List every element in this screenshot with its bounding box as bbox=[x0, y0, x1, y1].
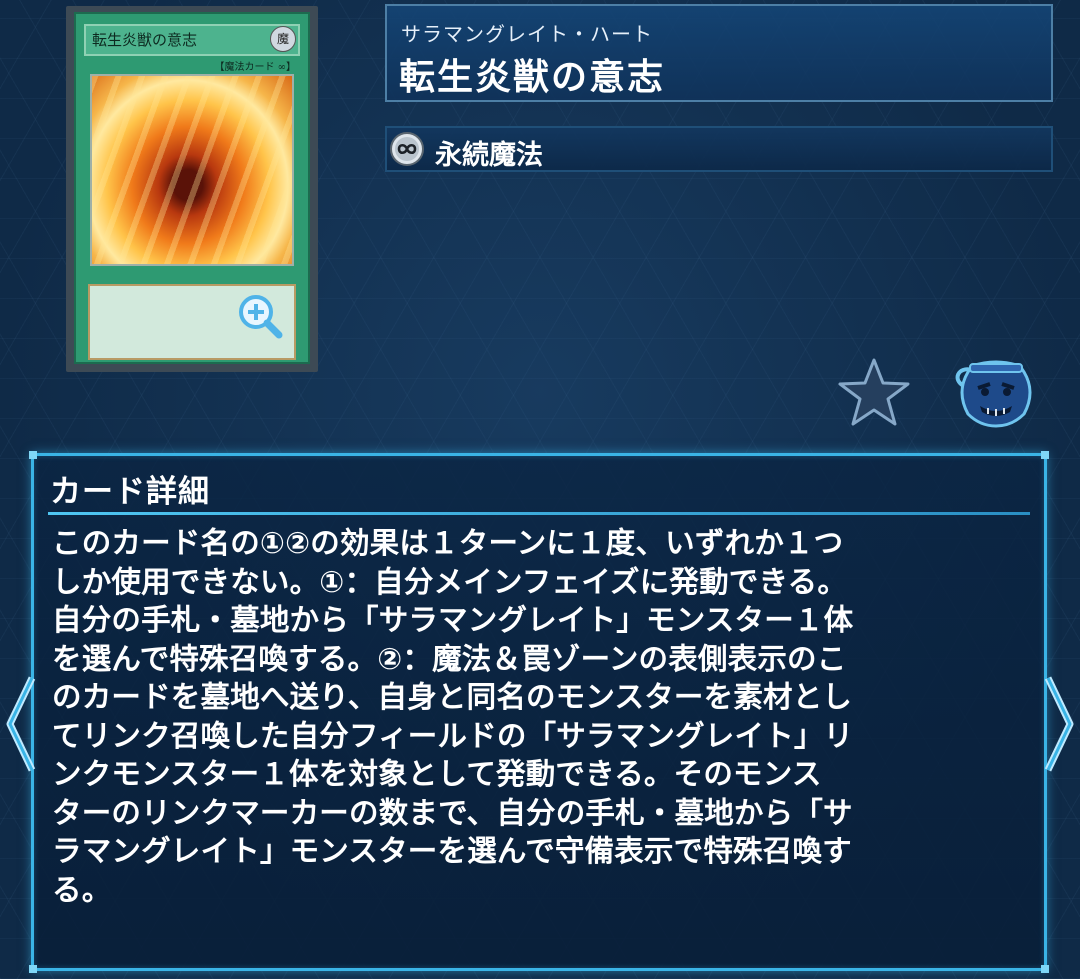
star-icon[interactable] bbox=[836, 356, 912, 428]
card-thumbnail[interactable]: 転生炎獣の意志 魔 【魔法カード ∞】 bbox=[66, 6, 318, 372]
chevron-right-icon[interactable] bbox=[1038, 672, 1078, 776]
corner-ornament bbox=[29, 965, 37, 973]
zoom-in-icon[interactable] bbox=[236, 292, 284, 340]
spell-attribute-icon: 魔 bbox=[270, 26, 296, 52]
corner-ornament bbox=[29, 451, 37, 459]
card-name-ruby: サラマングレイト・ハート bbox=[401, 22, 653, 46]
card-detail-box[interactable]: カード詳細 このカード名の①②の効果は１ターンに１度、いずれか１つ しか使用でき… bbox=[29, 451, 1049, 973]
pot-of-greed-icon[interactable] bbox=[952, 356, 1040, 428]
card-type-panel: 永続魔法 bbox=[385, 126, 1053, 172]
card-detail-screen: { "card": { "thumbnail": { "name_text": … bbox=[0, 0, 1080, 979]
chevron-left-icon[interactable] bbox=[2, 672, 42, 776]
card-type-label: 永続魔法 bbox=[435, 140, 543, 171]
card-effect-text: このカード名の①②の効果は１ターンに１度、いずれか１つ しか使用できない。①：自… bbox=[52, 526, 854, 907]
card-artwork bbox=[90, 74, 294, 266]
corner-ornament bbox=[1041, 965, 1049, 973]
card-name-panel: サラマングレイト・ハート 転生炎獣の意志 bbox=[385, 4, 1053, 102]
card-name: 転生炎獣の意志 bbox=[399, 57, 666, 98]
detail-heading: カード詳細 bbox=[50, 474, 210, 510]
detail-divider bbox=[48, 512, 1030, 515]
card-thumbnail-name: 転生炎獣の意志 bbox=[84, 24, 300, 56]
continuous-spell-icon bbox=[390, 132, 424, 166]
card-thumbnail-type-line: 【魔法カード ∞】 bbox=[214, 62, 296, 73]
corner-ornament bbox=[1041, 451, 1049, 459]
